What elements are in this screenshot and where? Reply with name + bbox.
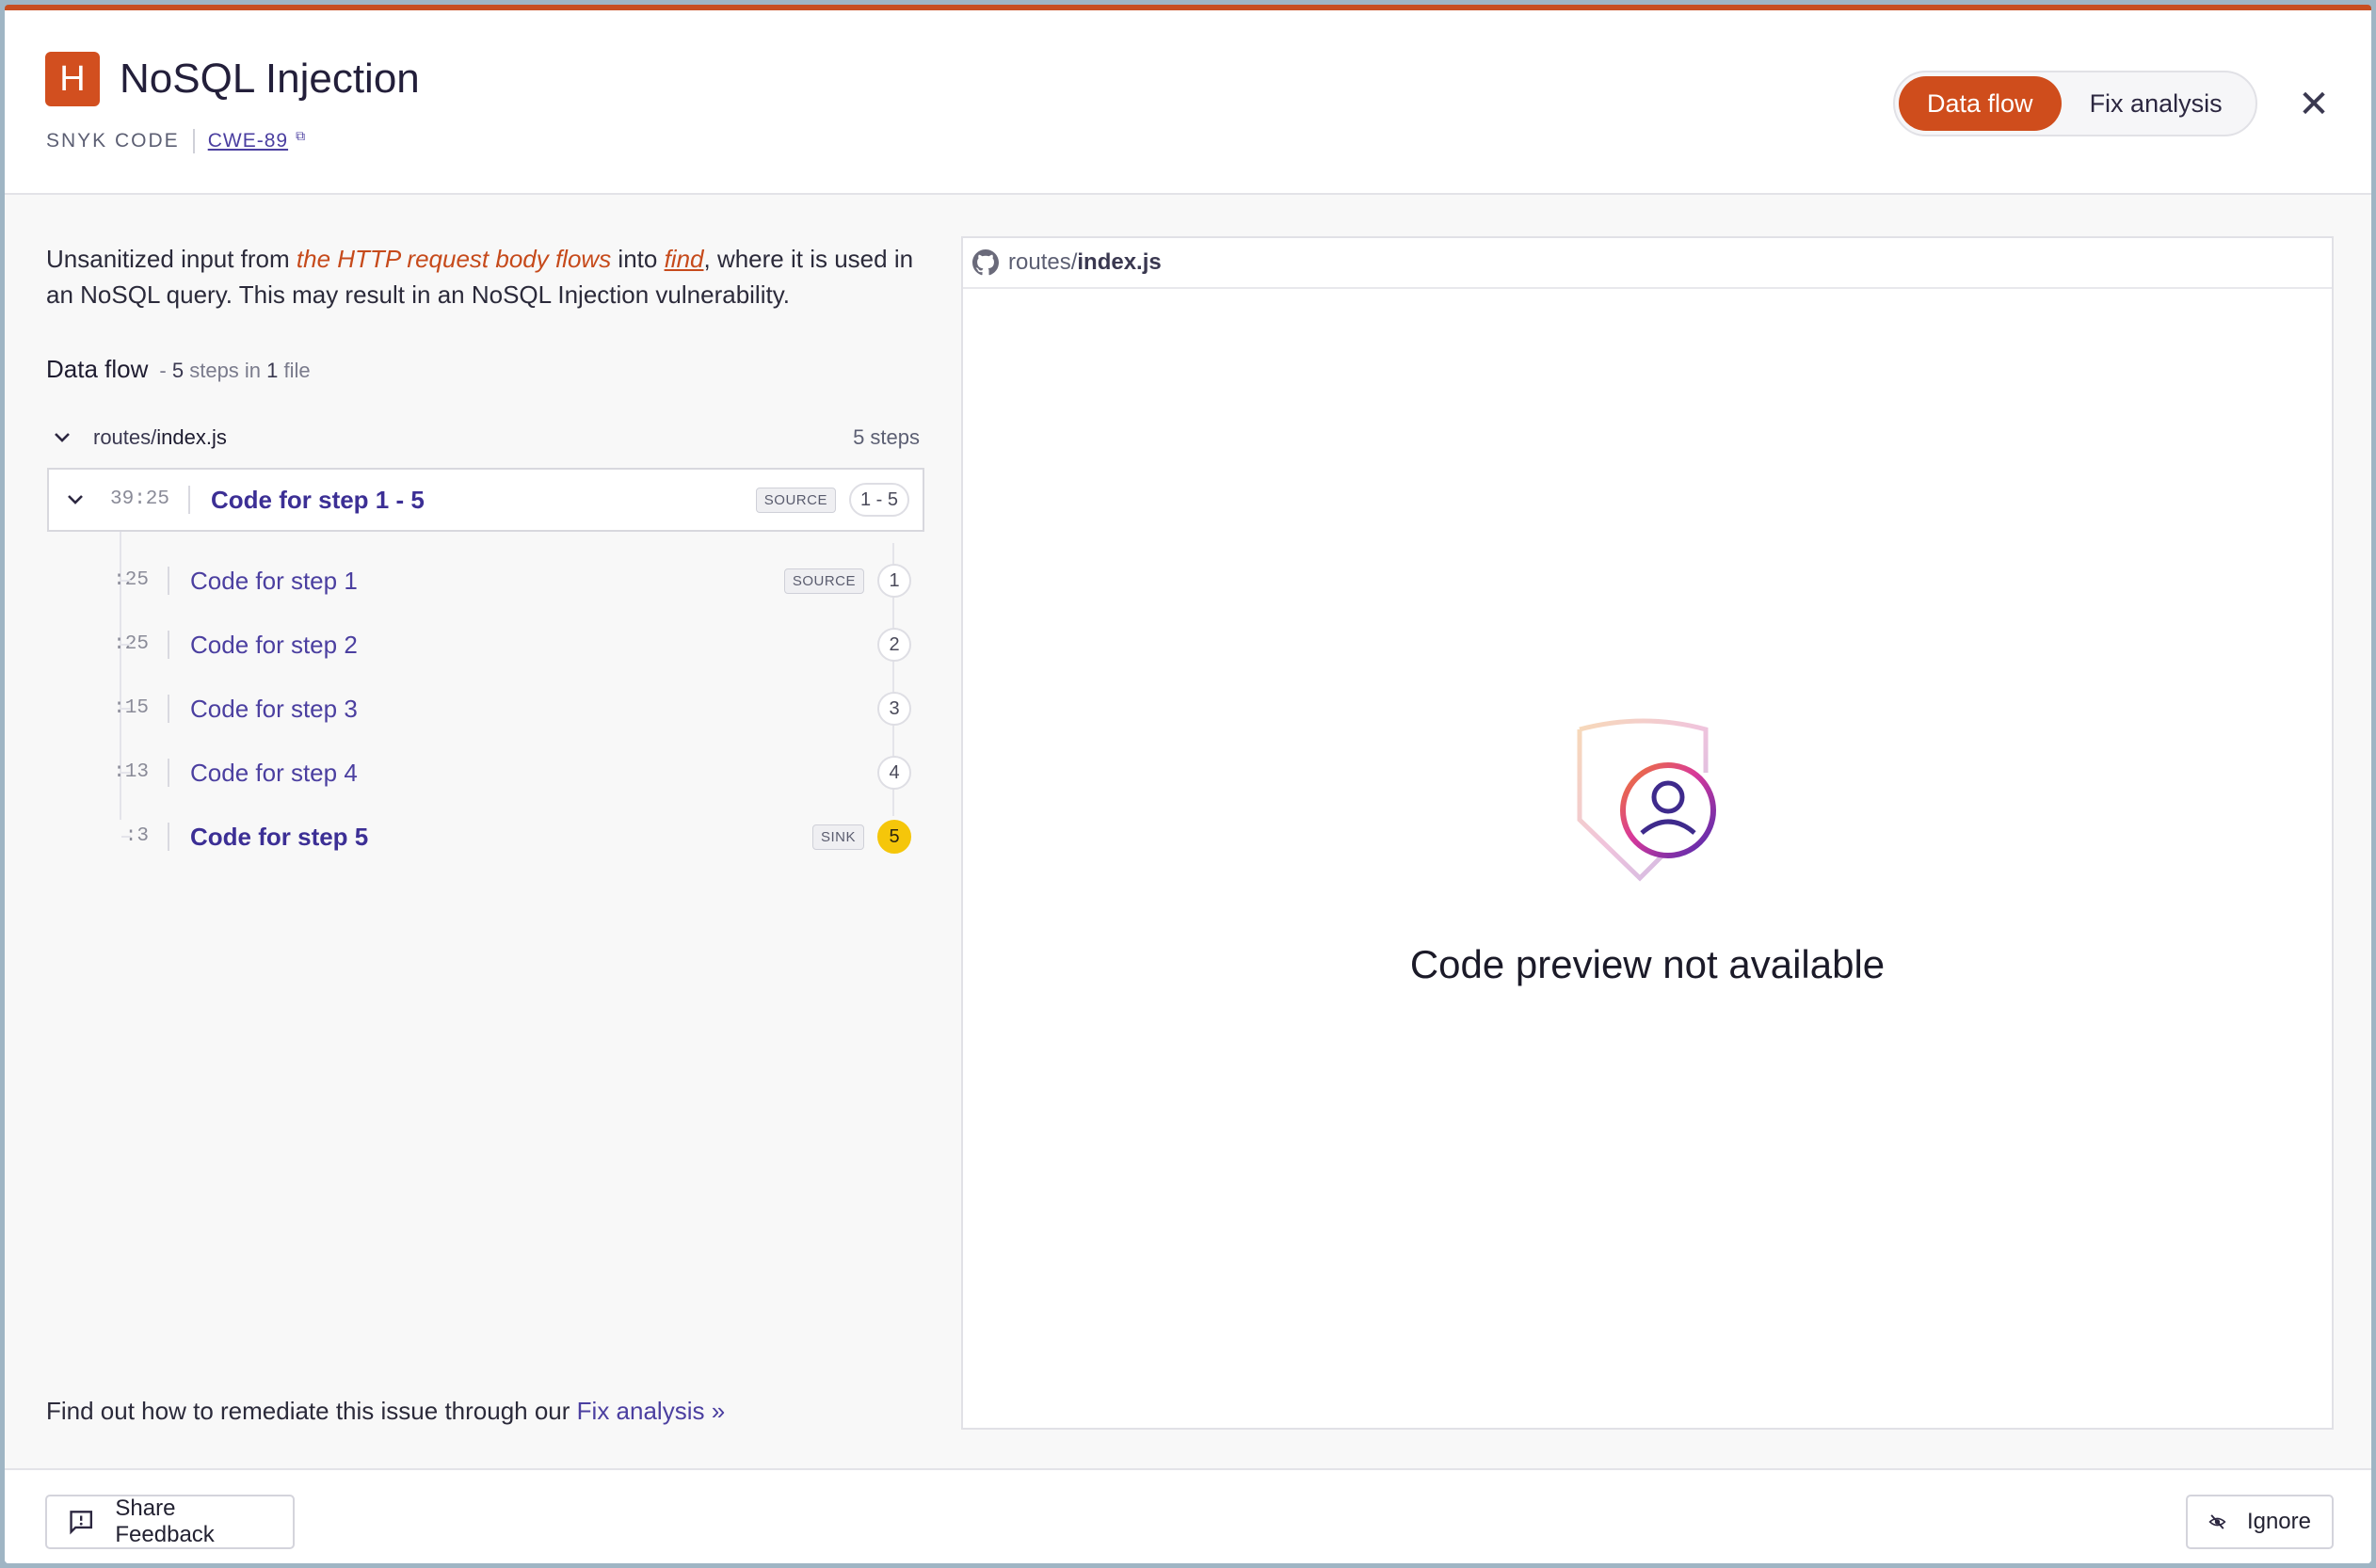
file-name: index.js xyxy=(156,425,227,449)
files-count: 1 xyxy=(266,359,279,382)
description-prefix: Unsanitized input from xyxy=(46,245,297,273)
tree-tick xyxy=(121,580,131,582)
external-link-icon: ⧉ xyxy=(296,127,308,143)
modal-header: H NoSQL Injection SNYK CODE CWE-89 ⧉ Dat… xyxy=(5,10,2371,195)
tree-tick xyxy=(121,644,131,646)
share-feedback-label: Share Feedback xyxy=(115,1496,215,1547)
issue-description: Unsanitized input from the HTTP request … xyxy=(46,241,931,312)
tree-tick xyxy=(121,708,131,710)
step-number-badge: 3 xyxy=(877,692,911,726)
step-tools: 4 xyxy=(877,756,911,790)
step-number-badge: 4 xyxy=(877,756,911,790)
product-label: SNYK CODE xyxy=(46,130,180,152)
source-highlight[interactable]: the HTTP request body flows xyxy=(297,245,611,273)
step-link[interactable]: Code for step 5 xyxy=(190,823,368,852)
step-tools: SOURCE 1 xyxy=(783,564,911,598)
data-flow-heading: Data flow - 5 steps in 1 file xyxy=(46,355,311,384)
step-row[interactable]: :25 Code for step 1 SOURCE 1 xyxy=(47,549,924,613)
data-flow-summary: - 5 steps in 1 file xyxy=(159,359,310,383)
view-toggle: Data flow Fix analysis xyxy=(1893,71,2257,136)
eye-off-icon xyxy=(2208,1514,2226,1529)
issue-meta: SNYK CODE CWE-89 ⧉ xyxy=(46,127,308,153)
file-steps-count: 5 steps xyxy=(853,425,920,449)
data-flow-title: Data flow xyxy=(46,355,149,383)
issue-detail-modal: H NoSQL Injection SNYK CODE CWE-89 ⧉ Dat… xyxy=(5,5,2371,1563)
modal-footer: Share Feedback Ignore xyxy=(5,1468,2371,1563)
line-number: :25 xyxy=(47,567,169,595)
summary-end: file xyxy=(283,359,311,382)
step-link[interactable]: Code for step 2 xyxy=(190,631,358,660)
fix-analysis-link[interactable]: Fix analysis » xyxy=(577,1397,726,1425)
step-row[interactable]: :15 Code for step 3 3 xyxy=(47,677,924,741)
close-icon[interactable]: ✕ xyxy=(2295,86,2333,123)
step-tools: SOURCE 1 - 5 xyxy=(755,483,909,517)
remediation-text: Find out how to remediate this issue thr… xyxy=(46,1397,577,1425)
github-icon xyxy=(972,249,999,276)
tab-fix-analysis[interactable]: Fix analysis xyxy=(2062,76,2251,131)
step-row[interactable]: :3 Code for step 5 SINK 5 xyxy=(47,805,924,869)
feedback-icon xyxy=(70,1511,93,1535)
step-link[interactable]: Code for step 1 - 5 xyxy=(211,486,425,515)
step-tools: 3 xyxy=(877,692,911,726)
source-tag: SOURCE xyxy=(783,568,864,594)
step-tools: 2 xyxy=(877,628,911,662)
severity-badge: H xyxy=(45,52,100,106)
step-tools: SINK 5 xyxy=(811,820,911,854)
preview-file: index.js xyxy=(1077,249,1162,275)
meta-divider xyxy=(192,129,195,153)
line-number: :13 xyxy=(47,759,169,787)
preview-header: routes/index.js xyxy=(963,238,2332,289)
tree-tick xyxy=(121,836,131,838)
line-number: :3 xyxy=(47,823,169,851)
tree-tick xyxy=(121,772,131,774)
step-row[interactable]: :25 Code for step 2 2 xyxy=(47,613,924,677)
code-preview-pane: routes/index.js Code preview not availab… xyxy=(961,236,2334,1430)
steps-count: 5 xyxy=(171,359,185,382)
step-link[interactable]: Code for step 4 xyxy=(190,759,358,788)
ignore-button[interactable]: Ignore xyxy=(2186,1495,2334,1549)
step-row[interactable]: :13 Code for step 4 4 xyxy=(47,741,924,805)
step-range-badge: 1 - 5 xyxy=(848,483,909,517)
summary-separator: - xyxy=(159,359,167,382)
sink-highlight[interactable]: find xyxy=(665,245,704,273)
line-number: :15 xyxy=(47,695,169,723)
description-middle: into xyxy=(611,245,665,273)
chevron-down-icon[interactable] xyxy=(49,489,102,511)
remediation-hint: Find out how to remediate this issue thr… xyxy=(46,1397,725,1426)
sink-tag: SINK xyxy=(811,824,864,850)
file-group-header[interactable]: routes/index.js 5 steps xyxy=(46,419,920,456)
step-group-row[interactable]: 39:25 Code for step 1 - 5 SOURCE 1 - 5 xyxy=(47,468,924,532)
chevron-down-icon[interactable] xyxy=(46,427,78,449)
step-link[interactable]: Code for step 3 xyxy=(190,695,358,724)
share-feedback-button[interactable]: Share Feedback xyxy=(45,1495,295,1549)
preview-dir: routes/ xyxy=(1008,249,1078,275)
step-number-badge: 1 xyxy=(877,564,911,598)
file-dir: routes/ xyxy=(93,425,157,449)
line-number: 39:25 xyxy=(102,486,190,514)
ignore-label: Ignore xyxy=(2246,1509,2311,1534)
line-number: :25 xyxy=(47,631,169,659)
empty-state-message: Code preview not available xyxy=(1409,942,1886,986)
shield-user-icon xyxy=(1577,718,1716,882)
modal-body: Unsanitized input from the HTTP request … xyxy=(5,195,2371,1468)
file-path: routes/index.js xyxy=(93,425,227,450)
issue-title: NoSQL Injection xyxy=(120,56,420,102)
source-tag: SOURCE xyxy=(755,487,836,513)
tab-data-flow[interactable]: Data flow xyxy=(1899,76,2062,131)
summary-middle: steps in xyxy=(189,359,262,382)
step-number-badge: 5 xyxy=(877,820,911,854)
cwe-link[interactable]: CWE-89 xyxy=(208,130,288,152)
step-number-badge: 2 xyxy=(877,628,911,662)
step-link[interactable]: Code for step 1 xyxy=(190,567,358,596)
